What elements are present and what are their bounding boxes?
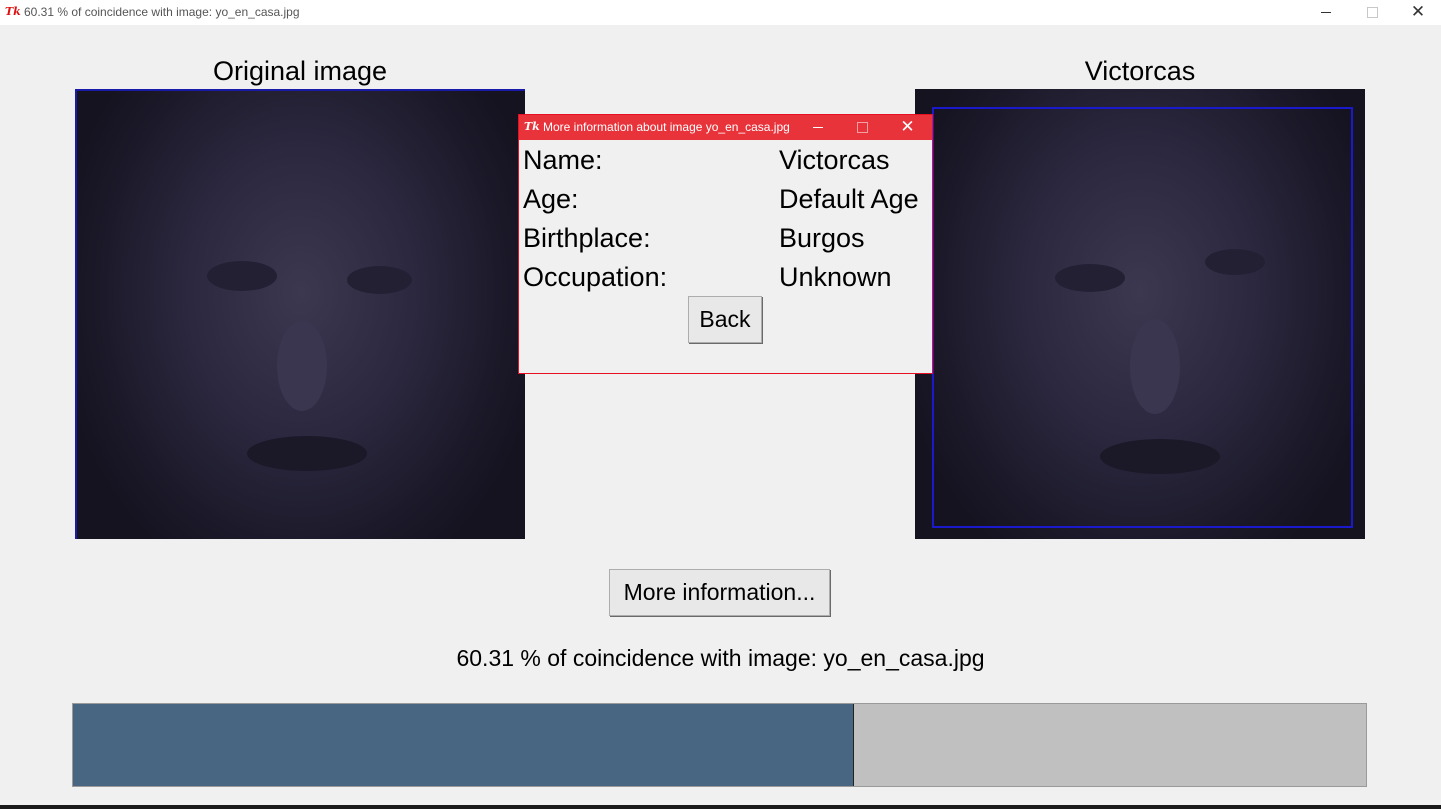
- close-icon: ✕: [1410, 2, 1426, 22]
- maximize-icon: [1366, 7, 1378, 18]
- dialog-title: More information about image yo_en_casa.…: [543, 120, 790, 134]
- close-button[interactable]: ✕: [1395, 0, 1441, 25]
- window-titlebar: Tk 60.31 % of coincidence with image: yo…: [0, 0, 1441, 25]
- name-label: Name:: [523, 145, 603, 175]
- close-icon: ✕: [900, 117, 915, 137]
- birthplace-label: Birthplace:: [523, 223, 651, 253]
- original-face-image: [75, 89, 525, 539]
- matched-face-image: [915, 89, 1365, 539]
- dialog-maximize-button[interactable]: [840, 115, 885, 140]
- more-information-button[interactable]: More information...: [609, 569, 830, 616]
- back-button[interactable]: Back: [688, 296, 762, 343]
- minimize-icon: [1321, 12, 1331, 13]
- face-detection-box: [932, 107, 1353, 528]
- maximize-icon: [857, 122, 868, 133]
- occupation-value: Unknown: [779, 262, 892, 292]
- progress-fill: [73, 704, 854, 786]
- coincidence-status-text: 60.31 % of coincidence with image: yo_en…: [456, 645, 985, 671]
- original-image-label: Original image: [212, 56, 388, 86]
- window-title: 60.31 % of coincidence with image: yo_en…: [24, 5, 300, 19]
- tk-feather-icon: Tk: [524, 120, 540, 133]
- match-image-label: Victorcas: [1084, 56, 1196, 86]
- birthplace-value: Burgos: [779, 223, 865, 253]
- maximize-button[interactable]: [1349, 0, 1395, 25]
- bottom-border: [0, 805, 1441, 809]
- coincidence-progress-bar: [72, 703, 1367, 787]
- age-label: Age:: [523, 184, 579, 214]
- dialog-minimize-button[interactable]: [795, 115, 840, 140]
- dialog-titlebar: Tk More information about image yo_en_ca…: [519, 115, 932, 140]
- minimize-icon: [812, 127, 823, 128]
- name-value: Victorcas: [779, 145, 890, 175]
- occupation-label: Occupation:: [523, 262, 668, 292]
- minimize-button[interactable]: [1303, 0, 1349, 25]
- age-value: Default Age: [779, 184, 919, 214]
- more-info-dialog: Tk More information about image yo_en_ca…: [518, 114, 933, 374]
- tk-feather-icon: Tk: [5, 5, 21, 18]
- dialog-close-button[interactable]: ✕: [885, 115, 930, 140]
